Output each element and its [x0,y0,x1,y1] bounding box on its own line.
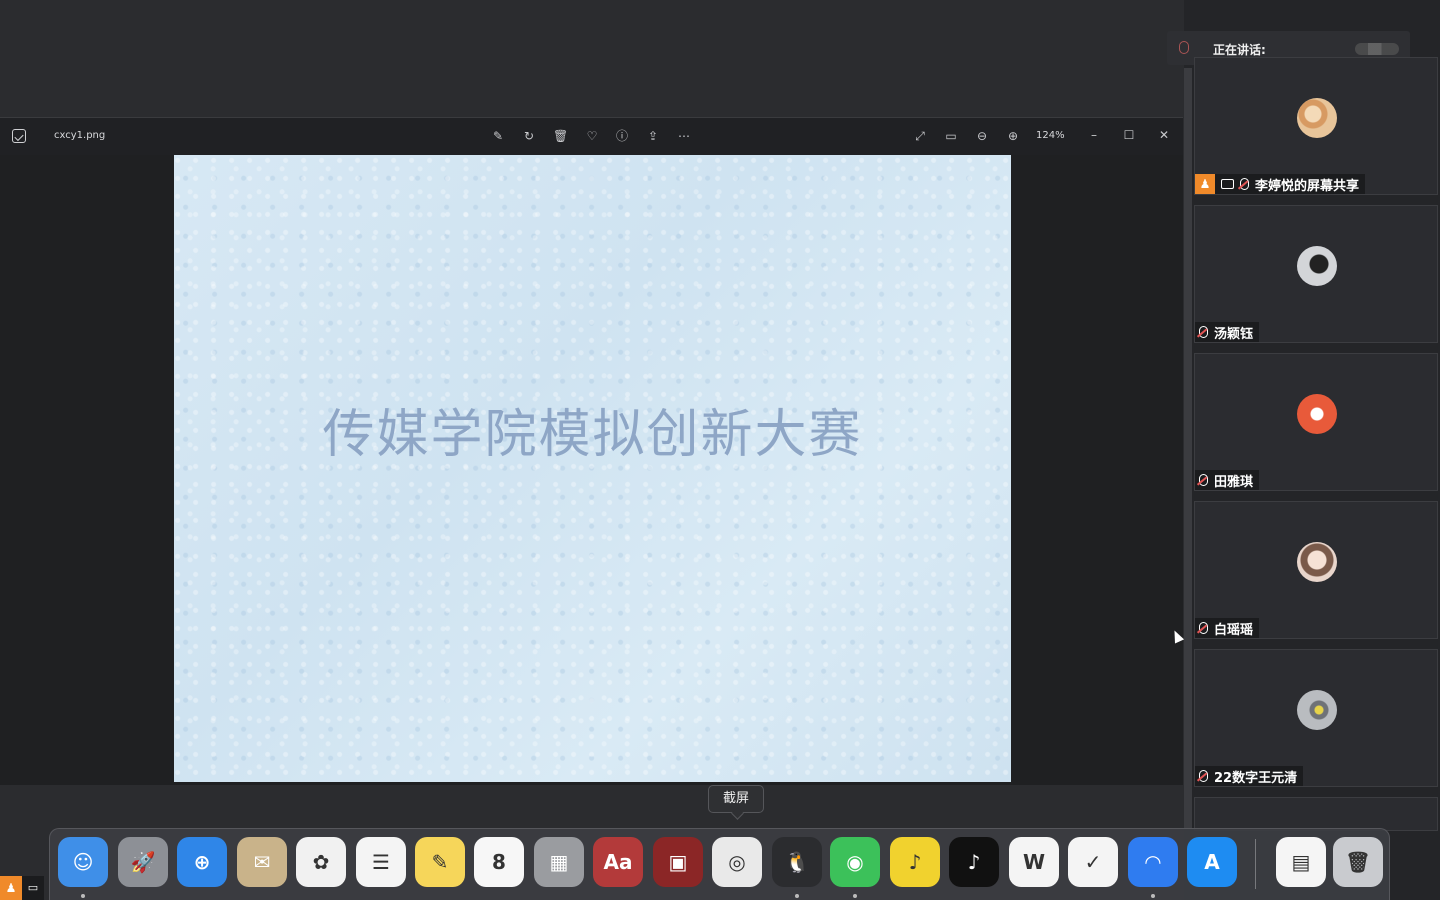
participant-name: 22数字王元清 [1214,770,1298,786]
host-icon[interactable]: ♟ [0,876,22,900]
safari-icon[interactable]: ⊕ [177,837,227,887]
image-canvas: 传媒学院模拟创新大赛 [174,155,1011,782]
participant-name: 白瑶瑶 [1214,622,1254,638]
participant-label: 汤颖钰 [1195,322,1260,342]
mic-muted-icon [1199,326,1208,338]
tencent-meeting-icon[interactable]: ◠ [1128,837,1178,887]
avatar [1297,98,1337,138]
photos-icon[interactable]: ✿ [296,837,346,887]
info-icon[interactable]: ⓘ [615,129,629,143]
avatar [1297,542,1337,582]
running-indicator [853,894,857,898]
photos-app-icon [12,129,26,143]
participant-name: 汤颖钰 [1214,326,1254,342]
avatar [1297,690,1337,730]
close-button[interactable]: ✕ [1154,125,1174,145]
participant-label: ♟ 李婷悦的屏幕共享 [1195,174,1366,194]
participant-tile[interactable]: 22数字王元清 [1194,649,1438,787]
delete-icon[interactable]: 🗑 [553,129,568,143]
mic-muted-icon [1240,178,1249,190]
panel-scrollbar[interactable] [1184,68,1192,828]
app-store-icon[interactable]: A [1187,837,1237,887]
screenshot-icon[interactable]: ◎ [712,837,762,887]
participant-tile[interactable]: ♟ 李婷悦的屏幕共享 [1194,57,1438,195]
finder-icon[interactable]: ☺ [58,837,108,887]
edit-icon[interactable]: ✎ [491,129,505,143]
participant-label: 白瑶瑶 [1195,618,1260,638]
maximize-button[interactable]: ☐ [1119,125,1139,145]
zoom-level[interactable]: 124% [1036,130,1065,141]
running-indicator [795,894,799,898]
slide-title: 传媒学院模拟创新大赛 [322,405,863,465]
dictionary-icon[interactable]: Aa [593,837,643,887]
screen-share-icon [1221,179,1234,189]
file-name: cxcy1.png [54,130,106,141]
launchpad-icon[interactable]: 🚀 [118,837,168,887]
host-icon: ♟ [1195,174,1215,194]
tiktok-icon[interactable]: ♪ [949,837,999,887]
running-indicator [1151,894,1155,898]
mail-icon[interactable]: ✉ [237,837,287,887]
participant-tile[interactable] [1194,797,1438,831]
more-icon[interactable]: ⋯ [677,129,691,143]
rotate-icon[interactable]: ↻ [522,129,536,143]
photo-booth-icon[interactable]: ▣ [653,837,703,887]
speaking-label: 正在讲话: [1213,43,1266,57]
participant-tile[interactable]: 汤颖钰 [1194,205,1438,343]
mic-muted-icon [1199,770,1208,782]
audio-wave-icon [1355,43,1399,55]
participant-tile[interactable]: 白瑶瑶 [1194,501,1438,639]
favorite-icon[interactable]: ♡ [585,129,599,143]
dock: ☺ 🚀 ⊕ ✉ ✿ ☰ ✎ 8 ▦ Aa ▣ ◎ 🐧 ◉ ♪ ♪ W ✓ ◠ A ▤ 🗑 [49,828,1390,900]
zoom-out-icon[interactable]: ⊖ [975,129,989,143]
participant-tile[interactable]: 田雅琪 [1194,353,1438,491]
youdao-icon[interactable]: ✓ [1068,837,1118,887]
trash-icon[interactable]: 🗑 [1333,837,1383,887]
avatar [1297,246,1337,286]
mic-muted-icon [1199,474,1208,486]
notes-icon[interactable]: ✎ [415,837,465,887]
calendar-icon[interactable]: 8 [474,837,524,887]
desktop: cxcy1.png ✎ ↻ 🗑 ♡ ⓘ ⇪ ⋯ ⤢ ▭ ⊖ ⊕ 124% – ☐… [0,0,1440,900]
mic-icon [1179,41,1189,54]
running-indicator [81,894,85,898]
participant-label: 田雅琪 [1195,470,1260,490]
image-viewer-window: cxcy1.png ✎ ↻ 🗑 ♡ ⓘ ⇪ ⋯ ⤢ ▭ ⊖ ⊕ 124% – ☐… [0,117,1183,785]
zoom-in-icon[interactable]: ⊕ [1006,129,1020,143]
dock-tooltip: 截屏 [708,785,764,813]
viewer-titlebar: cxcy1.png ✎ ↻ 🗑 ♡ ⓘ ⇪ ⋯ ⤢ ▭ ⊖ ⊕ 124% – ☐… [0,118,1183,155]
participant-name: 李婷悦的屏幕共享 [1255,178,1360,194]
participant-label: 22数字王元清 [1195,766,1304,786]
minimize-button[interactable]: – [1084,125,1104,145]
share-icon[interactable]: ⇪ [646,129,660,143]
reminders-icon[interactable]: ☰ [356,837,406,887]
mic-muted-icon [1199,622,1208,634]
preview-icon[interactable]: ▤ [1276,837,1326,887]
participant-name: 田雅琪 [1214,474,1254,490]
fullscreen-icon[interactable]: ⤢ [913,129,927,143]
meeting-corner-controls: ♟ ▭ [0,876,48,900]
qq-music-icon[interactable]: ♪ [890,837,940,887]
screen-share-icon[interactable]: ▭ [22,876,44,900]
wps-icon[interactable]: W [1009,837,1059,887]
avatar [1297,394,1337,434]
dock-separator [1255,839,1256,889]
fit-window-icon[interactable]: ▭ [944,129,958,143]
qq-icon[interactable]: 🐧 [772,837,822,887]
calculator-icon[interactable]: ▦ [534,837,584,887]
wechat-icon[interactable]: ◉ [830,837,880,887]
